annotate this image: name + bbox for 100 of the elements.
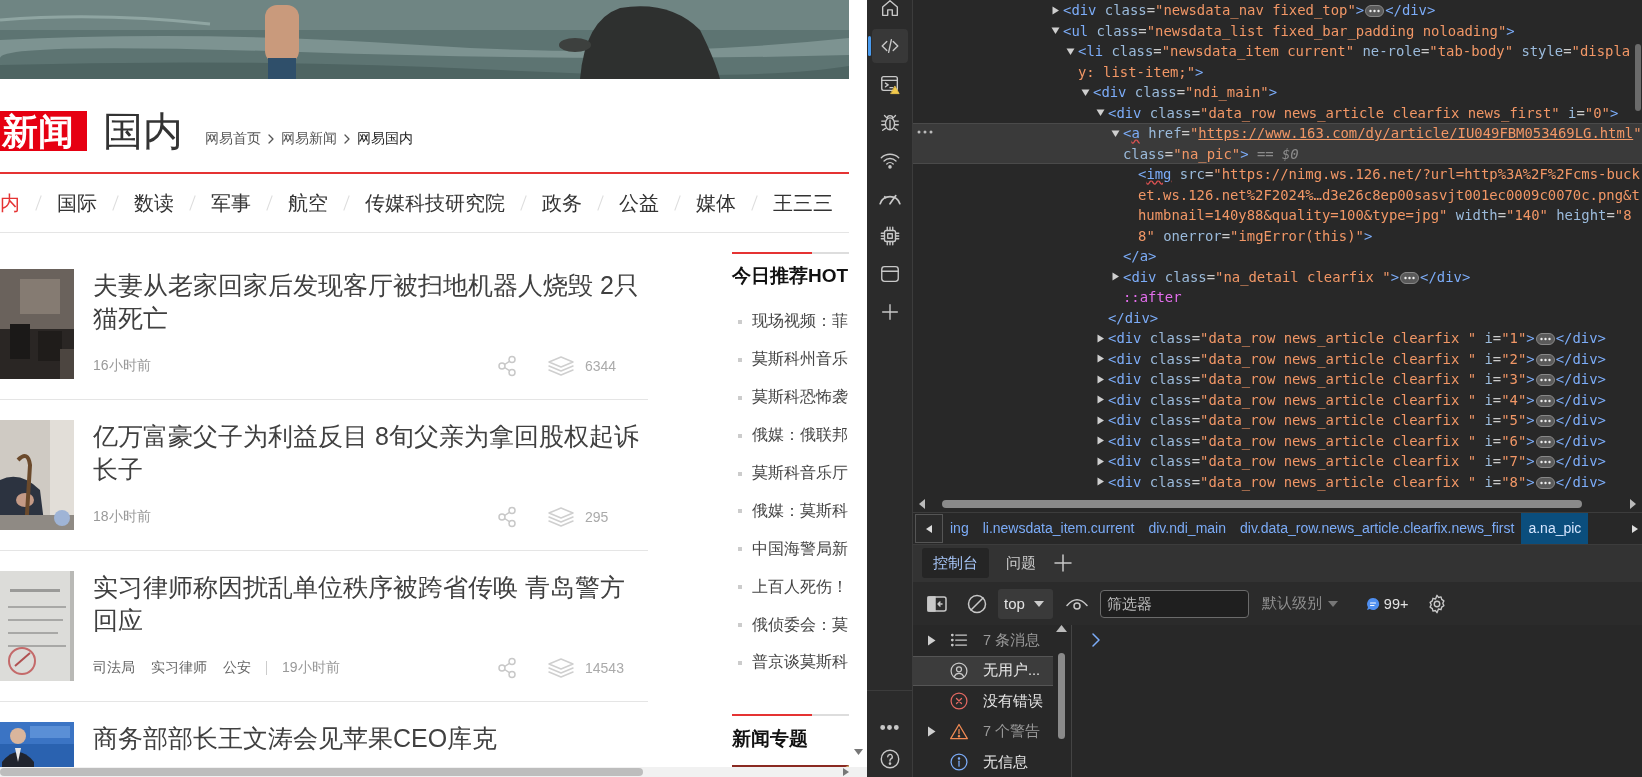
caret-icon[interactable] xyxy=(1096,456,1105,466)
nav-link[interactable]: 王三三 xyxy=(773,189,833,217)
ellipsis-icon[interactable] xyxy=(1365,5,1385,17)
caret-icon[interactable] xyxy=(1051,5,1060,15)
nav-link[interactable]: 媒体 xyxy=(696,189,736,217)
tag-link[interactable]: 司法局 xyxy=(93,659,135,677)
nav-link[interactable]: 军事 xyxy=(211,189,251,217)
tab[interactable]: 控制台 xyxy=(922,548,989,578)
element-tag[interactable]: <div class="data_row news_article clearfix " i="3"> xyxy=(1108,371,1535,387)
headline-link[interactable]: 莫斯科音乐厅 xyxy=(752,463,848,484)
clear-icon[interactable] xyxy=(967,593,987,614)
caret-icon[interactable] xyxy=(1096,477,1105,487)
nav-link[interactable]: 航空 xyxy=(288,189,328,217)
nav-link[interactable]: 国际 xyxy=(57,189,97,217)
caret-icon[interactable] xyxy=(1066,46,1075,56)
article-title[interactable]: 商务部部长王文涛会见苹果CEO库克 xyxy=(93,722,643,755)
issues-counter[interactable]: 99+ xyxy=(1365,595,1409,612)
headline-link[interactable]: 莫斯科州音乐 xyxy=(752,349,848,371)
level-dropdown[interactable]: 默认级别 xyxy=(1261,594,1338,613)
headline-link[interactable]: 俄媒：俄联邦 xyxy=(752,425,848,447)
headline-link[interactable]: 莫斯科恐怖袭 xyxy=(752,387,848,409)
scroll-arrow-icon[interactable] xyxy=(1632,524,1638,533)
pseudo-element[interactable]: ::after xyxy=(1123,287,1642,308)
caret-icon[interactable] xyxy=(1096,333,1105,343)
caret-icon[interactable] xyxy=(1096,415,1105,425)
element-tag[interactable]: <div class="data_row news_article clearfix " i="4"> xyxy=(1108,391,1535,408)
breadcrumb-item[interactable]: li.newsdata_item.current xyxy=(975,513,1142,544)
nav-link[interactable]: 数读 xyxy=(134,189,174,217)
context-dropdown[interactable]: top xyxy=(998,588,1053,619)
element-tag[interactable]: <div class="data_row news_article clearfix " i="1"> xyxy=(1108,330,1535,346)
caret-icon[interactable] xyxy=(1081,87,1090,97)
scrollbar-thumb[interactable] xyxy=(942,500,1582,508)
element-tag[interactable]: <div class="data_row news_article clearfix " i="2"> xyxy=(1108,350,1535,367)
article-title[interactable]: 亿万富豪父子为利益反目 8旬父亲为拿回股权起诉长子 xyxy=(93,420,643,486)
element-tag[interactable]: <div class="newsdata_nav fixed_top"> xyxy=(1063,2,1365,18)
filter-item[interactable]: 没有错误 xyxy=(913,686,1053,717)
filter-item[interactable]: 无用户... xyxy=(913,655,1053,686)
ellipsis-icon[interactable] xyxy=(1535,374,1555,386)
scrollbar-thumb[interactable] xyxy=(1058,653,1065,739)
sidebar-toggle-icon[interactable] xyxy=(927,594,947,613)
news-logo[interactable]: 新闻 xyxy=(0,111,87,151)
scrollbar-thumb[interactable] xyxy=(0,768,643,776)
breadcrumb-link[interactable]: 网易国内 xyxy=(357,130,413,148)
eye-icon[interactable] xyxy=(1065,596,1088,611)
ellipsis-icon[interactable] xyxy=(1535,353,1555,366)
breadcrumb-link[interactable]: 网易首页 xyxy=(205,130,261,148)
ellipsis-icon[interactable] xyxy=(1400,271,1420,284)
breadcrumb-item[interactable]: ing xyxy=(943,513,976,544)
filter-item[interactable]: 无信息 xyxy=(913,747,1053,777)
caret-icon[interactable] xyxy=(1096,395,1105,405)
headline-link[interactable]: 普京谈莫斯科 xyxy=(752,652,848,674)
ellipsis-icon[interactable] xyxy=(1535,456,1555,468)
nav-link[interactable]: 政务 xyxy=(542,189,582,217)
element-tag[interactable]: <div class="ndi_main"> xyxy=(1093,82,1642,103)
ellipsis-icon[interactable] xyxy=(1535,415,1555,427)
article-title[interactable]: 实习律师称因扰乱单位秩序被跨省传唤 青岛警方回应 xyxy=(93,571,643,637)
headline-link[interactable]: 上百人死伤！ xyxy=(752,576,848,598)
more-icon[interactable] xyxy=(917,129,933,135)
article-title[interactable]: 夫妻从老家回家后发现客厅被扫地机器人烧毁 2只猫死亡 xyxy=(93,269,643,335)
ellipsis-icon[interactable] xyxy=(1535,333,1555,345)
caret-icon[interactable] xyxy=(1111,128,1120,138)
scroll-left-button[interactable] xyxy=(915,514,943,543)
headline-link[interactable]: 俄侦委会：莫 xyxy=(752,614,848,636)
filter-item[interactable]: 7 条消息 xyxy=(913,625,1053,656)
nav-link[interactable]: 内 xyxy=(0,189,20,217)
ellipsis-icon[interactable] xyxy=(1535,394,1555,407)
element-tag[interactable]: <div class="na_detail clearfix "> xyxy=(1123,268,1400,285)
ellipsis-icon[interactable] xyxy=(1535,476,1555,489)
caret-icon[interactable] xyxy=(1096,108,1105,118)
headline-link[interactable]: 中国海警局新 xyxy=(752,538,848,560)
breadcrumb-item[interactable]: div.data_row.news_article.clearfix.news_first xyxy=(1233,513,1522,544)
add-tab-icon[interactable] xyxy=(1053,553,1073,573)
filter-item[interactable]: 7 个警告 xyxy=(913,716,1053,747)
tag-link[interactable]: 公安 xyxy=(223,659,251,677)
element-tag[interactable]: <div class="data_row news_article clearfix " i="7"> xyxy=(1108,453,1535,469)
caret-icon[interactable] xyxy=(1096,354,1105,364)
caret-icon[interactable] xyxy=(1096,374,1105,384)
breadcrumb-link[interactable]: 网易新闻 xyxy=(281,130,337,148)
caret-icon[interactable] xyxy=(1096,436,1105,446)
element-tag[interactable]: <div class="data_row news_article clearfix " i="5"> xyxy=(1108,412,1535,428)
element-tag[interactable]: <div class="data_row news_article clearfix " i="6"> xyxy=(1108,432,1535,449)
caret-icon[interactable] xyxy=(1111,272,1120,282)
tag-link[interactable]: 实习律师 xyxy=(151,659,207,677)
headline-link[interactable]: 现场视频：菲 xyxy=(752,311,848,333)
element-tag[interactable]: <div class="data_row news_article clearfix news_first" i="0"> xyxy=(1108,102,1642,123)
scroll-arrow-icon[interactable] xyxy=(1056,625,1067,632)
caret-icon[interactable] xyxy=(1051,26,1060,36)
tab[interactable]: 问题 xyxy=(995,548,1047,578)
breadcrumb-item[interactable]: div.ndi_main xyxy=(1141,513,1233,544)
nav-link[interactable]: 传媒科技研究院 xyxy=(365,189,505,217)
scrollbar-thumb[interactable] xyxy=(1635,44,1641,111)
nav-link[interactable]: 公益 xyxy=(619,189,659,217)
scroll-arrow-icon[interactable] xyxy=(1629,499,1636,509)
element-tag[interactable]: <div class="data_row news_article clearfix " i="8"> xyxy=(1108,473,1535,490)
breadcrumb-item[interactable]: a.na_pic xyxy=(1521,513,1589,544)
element-tag[interactable]: <ul class="newsdata_list fixed_bar_padding noloading"> xyxy=(1063,20,1642,41)
ellipsis-icon[interactable] xyxy=(1535,435,1555,448)
code-button[interactable] xyxy=(871,29,908,63)
scroll-arrow-icon[interactable] xyxy=(919,499,926,509)
headline-link[interactable]: 俄媒：莫斯科 xyxy=(752,500,848,522)
